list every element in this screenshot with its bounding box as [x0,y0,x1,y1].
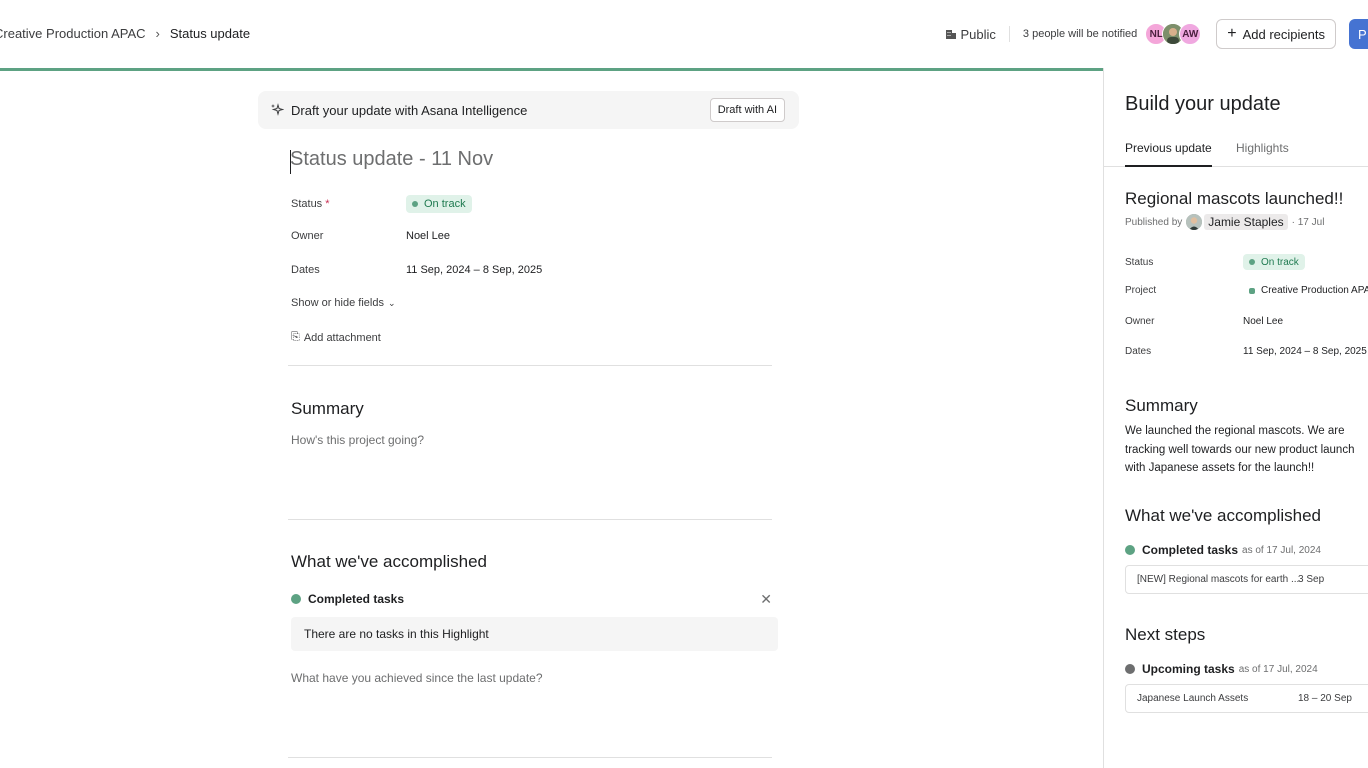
owner-value: Noel Lee [1243,316,1284,327]
author-chip[interactable]: Jamie Staples [1204,214,1288,230]
prev-summary-heading: Summary [1125,396,1198,415]
owner-field: Owner Noel Lee [291,230,450,242]
prev-status-field: Status On track [1125,254,1305,270]
paperclip-icon: ⎘ [291,331,300,343]
task-row[interactable]: Japanese Launch Assets 18 – 20 Sep [1125,684,1368,713]
prev-owner-field: Owner Noel Lee [1125,316,1283,327]
prev-summary-text: We launched the regional mascots. We are… [1125,425,1355,474]
owner-label: Owner [1125,316,1155,327]
divider [1008,26,1010,42]
prev-accomplished-heading: What we've accomplished [1125,506,1321,525]
breadcrumb: Creative Production APAC › Status update [0,26,250,41]
divider [288,757,772,758]
required-marker: * [325,198,330,210]
dates-value: 11 Sep, 2024 – 8 Sep, 2025 [1243,346,1367,357]
as-of-date: as of 17 Jul, 2024 [1238,663,1318,675]
previous-update-title: Regional mascots launched!! [1125,189,1344,208]
accomplished-heading: What we've accomplished [291,552,487,571]
status-label: Status [1125,256,1154,268]
dates-value[interactable]: 11 Sep, 2024 – 8 Sep, 2025 [406,264,542,276]
green-dot-icon [291,594,301,604]
owner-label: Owner [291,230,324,242]
building-icon [946,30,957,39]
task-row[interactable]: [NEW] Regional mascots for earth ... 3 S… [1125,565,1368,594]
published-by-line: Published by Jamie Staples · 17 Jul [1125,214,1325,230]
status-pill[interactable]: On track [406,195,472,213]
dates-label: Dates [291,264,320,276]
tab-highlights[interactable]: Highlights [1236,141,1289,165]
green-dot-icon [1125,545,1135,555]
status-dot-icon [1249,259,1255,265]
ai-draft-banner: Draft your update with Asana Intelligenc… [258,91,799,129]
panel-tabs: Previous update Highlights [1104,134,1368,167]
plus-icon: + [1227,25,1237,42]
status-pill: On track [1243,254,1305,270]
update-title-input[interactable]: Status update - 11 Nov [290,148,493,171]
top-actions: Public 3 people will be notified NL AW +… [946,19,1368,49]
avatar[interactable]: AW [1179,23,1202,45]
notify-count-text: 3 people will be notified [1022,28,1138,40]
avatar [1186,214,1203,230]
add-recipients-button[interactable]: + Add recipients [1216,19,1336,49]
prev-project-field: Project Creative Production APAC [1125,285,1368,296]
status-color-bar [0,68,1104,71]
project-value: Creative Production APAC [1261,285,1368,296]
task-date: 18 – 20 Sep [1298,693,1352,704]
status-dot-icon [412,201,418,207]
as-of-date: as of 17 Jul, 2024 [1242,544,1321,556]
prev-upcoming-highlight: Upcoming tasks as of 17 Jul, 2024 [1125,662,1318,676]
recipient-avatars[interactable]: NL AW [1145,23,1202,45]
panel-title: Build your update [1125,93,1281,115]
add-attachment-button[interactable]: ⎘ Add attachment [291,331,381,344]
project-color-icon [1249,287,1255,294]
chevron-down-icon: ⌄ [387,297,396,308]
visibility-button[interactable]: Public [946,26,996,42]
text-caret [290,150,291,174]
completed-tasks-label: Completed tasks [308,592,405,606]
task-name: Japanese Launch Assets [1137,693,1249,704]
summary-input[interactable]: How's this project going? [291,433,424,447]
dates-label: Dates [1125,346,1152,357]
publish-button[interactable]: P [1349,19,1368,49]
top-bar: Creative Production APAC › Status update… [0,0,1368,68]
status-field: Status * On track [291,195,472,213]
task-name: [NEW] Regional mascots for earth ... [1137,574,1300,585]
gray-dot-icon [1125,664,1135,674]
tab-previous-update[interactable]: Previous update [1125,141,1212,167]
task-date: 3 Sep [1298,574,1325,585]
add-recipients-label: Add recipients [1242,26,1325,42]
empty-highlight-box: There are no tasks in this Highlight [291,617,778,651]
breadcrumb-project-link[interactable]: Creative Production APAC [0,26,146,41]
divider [288,519,772,520]
show-hide-fields-button[interactable]: Show or hide fields ⌄ [291,297,396,309]
visibility-label: Public [960,26,996,42]
published-date: · 17 Jul [1291,216,1325,228]
breadcrumb-chevron-icon: › [155,26,160,41]
close-icon[interactable]: ✕ [760,591,772,608]
project-label: Project [1125,285,1157,296]
breadcrumb-current: Status update [169,26,251,41]
draft-with-ai-button[interactable]: Draft with AI [709,98,785,122]
summary-heading: Summary [291,399,364,418]
build-update-panel: Build your update Previous update Highli… [1103,68,1368,768]
person-photo-icon [1186,214,1203,230]
divider [288,365,772,366]
status-label: Status * [291,198,330,210]
prev-next-steps-heading: Next steps [1125,625,1206,644]
accomplished-input[interactable]: What have you achieved since the last up… [291,671,543,685]
owner-value[interactable]: Noel Lee [406,230,450,242]
prev-completed-highlight: Completed tasks as of 17 Jul, 2024 [1125,543,1321,557]
sparkle-icon [271,103,284,116]
prev-dates-field: Dates 11 Sep, 2024 – 8 Sep, 2025 [1125,346,1367,357]
dates-field: Dates 11 Sep, 2024 – 8 Sep, 2025 [291,264,542,276]
completed-tasks-highlight: Completed tasks ✕ [291,591,778,608]
ai-banner-text: Draft your update with Asana Intelligenc… [291,102,528,118]
